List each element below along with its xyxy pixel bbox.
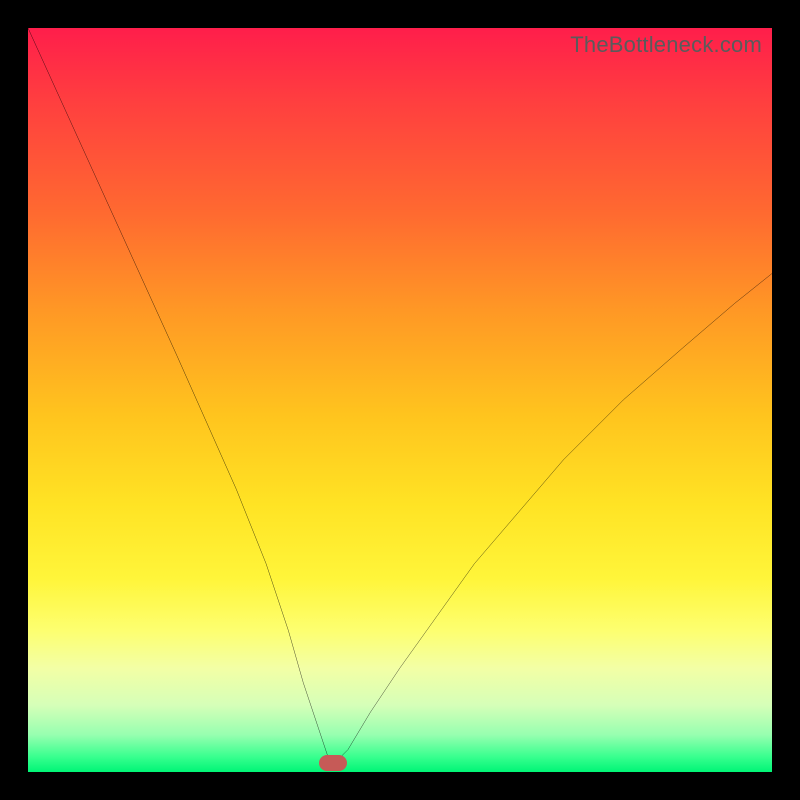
optimum-marker [319, 755, 347, 771]
bottleneck-curve [28, 28, 772, 772]
curve-path [28, 28, 772, 761]
chart-frame: TheBottleneck.com [0, 0, 800, 800]
plot-area: TheBottleneck.com [28, 28, 772, 772]
